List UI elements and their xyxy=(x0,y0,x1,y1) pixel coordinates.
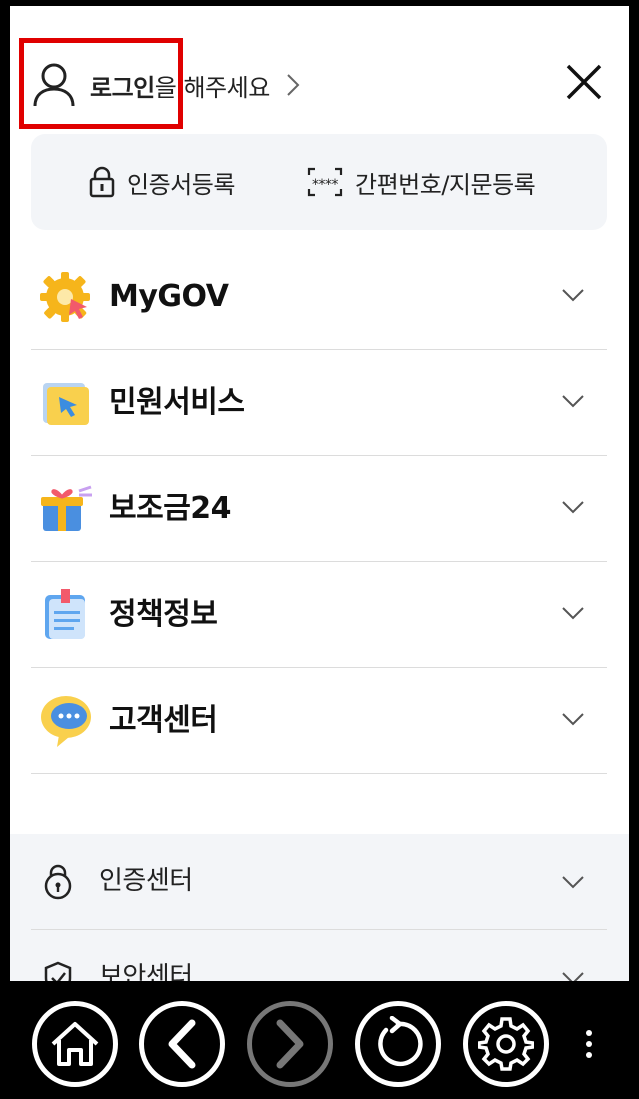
chevron-down-icon[interactable] xyxy=(561,287,585,306)
folder-icon xyxy=(39,375,93,429)
chevron-down-icon[interactable] xyxy=(561,711,585,730)
register-simple-button[interactable]: **** 간편번호/지문등록 xyxy=(307,134,536,230)
chevron-down-icon[interactable] xyxy=(561,499,585,518)
menu-label[interactable]: 민원서비스 xyxy=(109,350,245,456)
forward-icon xyxy=(276,1019,304,1069)
more-icon xyxy=(586,1030,592,1058)
forward-button[interactable] xyxy=(247,1001,333,1087)
sub-menu-label[interactable]: 인증센터 xyxy=(99,834,193,928)
menu-item-subsidy[interactable]: 보조금24 xyxy=(31,456,607,562)
cert-register-box: 인증서등록 **** 간편번호/지문등록 xyxy=(31,134,607,230)
lock-icon xyxy=(89,166,115,198)
sub-menu-label[interactable]: 보안센터 xyxy=(99,930,193,981)
back-button[interactable] xyxy=(139,1001,225,1087)
home-button[interactable] xyxy=(32,1001,118,1087)
menu-item-civil-service[interactable]: 민원서비스 xyxy=(31,350,607,456)
svg-text:****: **** xyxy=(312,177,339,193)
chevron-right-icon xyxy=(286,73,300,97)
settings-icon xyxy=(478,1017,534,1071)
login-prompt[interactable]: 로그인을 해주세요 xyxy=(90,68,270,103)
refresh-button[interactable] xyxy=(355,1001,441,1087)
chevron-down-icon[interactable] xyxy=(561,393,585,412)
gift-icon xyxy=(39,481,93,535)
user-icon xyxy=(32,62,76,108)
close-icon[interactable] xyxy=(562,60,606,104)
settings-button[interactable] xyxy=(463,1001,549,1087)
register-cert-button[interactable]: 인증서등록 xyxy=(89,134,235,230)
home-icon xyxy=(51,1022,99,1066)
menu-item-customer-center[interactable]: 고객센터 xyxy=(31,668,607,774)
close-button[interactable] xyxy=(562,60,606,104)
menu-label[interactable]: 정책정보 xyxy=(109,562,218,668)
browser-nav-bar xyxy=(0,981,639,1099)
register-simple-label[interactable]: 간편번호/지문등록 xyxy=(355,165,536,200)
login-link[interactable]: 로그인을 해주세요 xyxy=(32,54,300,116)
sub-item-auth-center[interactable]: 인증센터 xyxy=(31,834,607,930)
menu-item-policy-info[interactable]: 정책정보 xyxy=(31,562,607,668)
chevron-down-icon[interactable] xyxy=(561,874,585,893)
login-bold-text[interactable]: 로그인 xyxy=(90,74,155,102)
more-button[interactable] xyxy=(580,1029,598,1059)
menu-label[interactable]: MyGOV xyxy=(109,244,229,350)
pin-icon: **** xyxy=(307,167,343,197)
menu-label[interactable]: 고객센터 xyxy=(109,668,218,774)
chevron-down-icon[interactable] xyxy=(561,605,585,624)
back-icon xyxy=(168,1019,196,1069)
shield-icon xyxy=(43,960,73,981)
chevron-down-icon[interactable] xyxy=(561,970,585,981)
login-rest-text[interactable]: 을 해주세요 xyxy=(155,74,271,102)
chat-bubble-icon xyxy=(39,693,93,747)
register-cert-label[interactable]: 인증서등록 xyxy=(127,165,235,200)
refresh-icon xyxy=(378,1016,423,1067)
sub-item-security-center[interactable]: 보안센터 xyxy=(31,930,607,981)
sub-menu-area: 인증센터 보안센터 xyxy=(10,834,629,981)
lock-icon xyxy=(43,864,73,904)
side-menu-panel: 로그인을 해주세요 인증서등록 **** 간편번호/지문등록 MyGOV 민원서… xyxy=(10,6,629,981)
menu-item-mygov[interactable]: MyGOV xyxy=(31,244,607,350)
gear-icon xyxy=(39,269,93,323)
menu-label[interactable]: 보조금24 xyxy=(109,456,232,562)
document-icon xyxy=(39,587,93,641)
